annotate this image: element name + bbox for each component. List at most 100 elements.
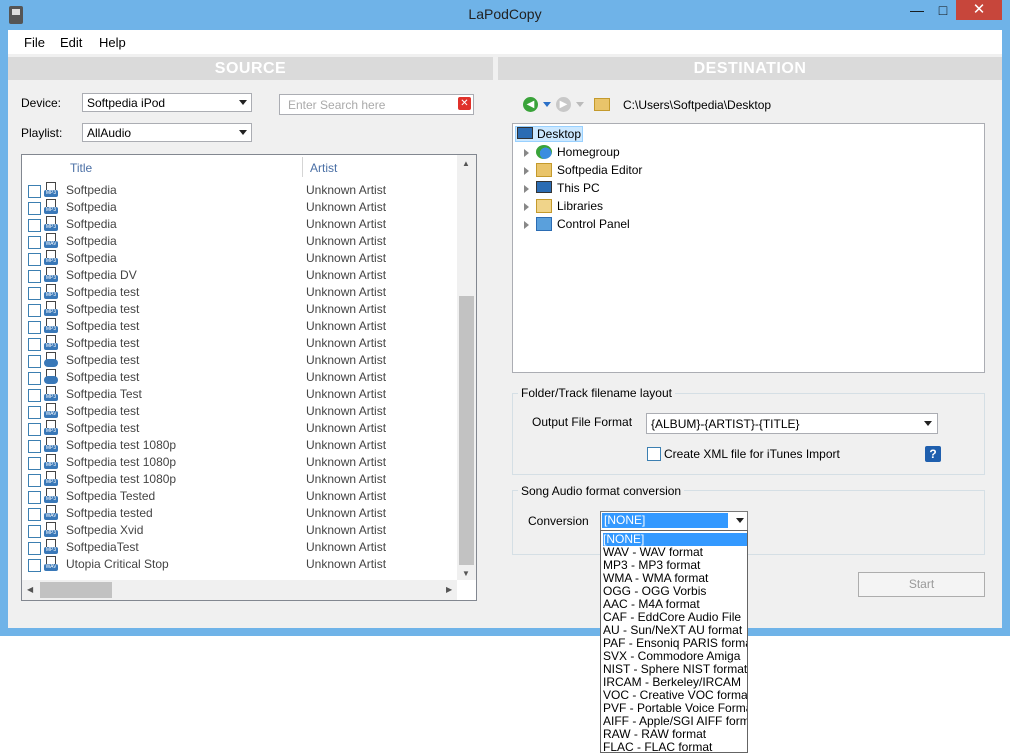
table-row[interactable]: MP3 Softpedia Xvid Unknown Artist <box>22 522 456 539</box>
table-row[interactable]: MP3 Softpedia test 1080p Unknown Artist <box>22 454 456 471</box>
horizontal-scroll-thumb[interactable] <box>40 582 112 598</box>
expand-arrow-icon[interactable] <box>524 203 529 211</box>
row-checkbox[interactable] <box>28 185 41 198</box>
row-checkbox[interactable] <box>28 474 41 487</box>
expand-arrow-icon[interactable] <box>524 149 529 157</box>
row-checkbox[interactable] <box>28 253 41 266</box>
table-row[interactable]: MP3 Softpedia test Unknown Artist <box>22 284 456 301</box>
back-history-chevron-icon[interactable] <box>543 102 551 107</box>
tree-node-this-pc[interactable]: This PC <box>557 181 600 195</box>
menu-file[interactable]: File <box>24 35 45 50</box>
table-row[interactable]: MP3 Softpedia Unknown Artist <box>22 250 456 267</box>
column-divider[interactable] <box>302 157 303 177</box>
playlist-select[interactable]: AllAudio <box>82 123 252 142</box>
table-row[interactable]: MP3 Softpedia test 1080p Unknown Artist <box>22 437 456 454</box>
table-row[interactable]: MP3 Softpedia test Unknown Artist <box>22 301 456 318</box>
dropdown-option[interactable]: AAC - M4A format <box>603 598 747 611</box>
row-checkbox[interactable] <box>28 457 41 470</box>
dropdown-option[interactable]: SVX - Commodore Amiga <box>603 650 747 663</box>
row-checkbox[interactable] <box>28 423 41 436</box>
table-row[interactable]: MP3 Softpedia test Unknown Artist <box>22 335 456 352</box>
scroll-down-icon[interactable]: ▼ <box>462 569 470 578</box>
row-checkbox[interactable] <box>28 355 41 368</box>
table-row[interactable]: MP3 Softpedia Unknown Artist <box>22 182 456 199</box>
scroll-up-icon[interactable]: ▲ <box>462 159 470 168</box>
table-row[interactable]: MP3 Softpedia Unknown Artist <box>22 199 456 216</box>
forward-history-chevron-icon[interactable] <box>576 102 584 107</box>
start-button[interactable]: Start <box>858 572 985 597</box>
vertical-scroll-thumb[interactable] <box>459 296 474 565</box>
column-header-title[interactable]: Title <box>70 161 92 175</box>
dropdown-option[interactable]: PAF - Ensoniq PARIS format <box>603 637 747 650</box>
row-checkbox[interactable] <box>28 304 41 317</box>
table-row[interactable]: WAV Softpedia Unknown Artist <box>22 233 456 250</box>
row-checkbox[interactable] <box>28 508 41 521</box>
tree-node-control-panel[interactable]: Control Panel <box>557 217 630 231</box>
minimize-button[interactable]: — <box>904 0 930 20</box>
row-checkbox[interactable] <box>28 491 41 504</box>
row-checkbox[interactable] <box>28 270 41 283</box>
row-checkbox[interactable] <box>28 525 41 538</box>
clear-search-icon[interactable]: ✕ <box>458 97 471 110</box>
dropdown-option[interactable]: WAV - WAV format <box>603 546 747 559</box>
device-select[interactable]: Softpedia iPod <box>82 93 252 112</box>
table-row[interactable]: MP3 Softpedia test 1080p Unknown Artist <box>22 471 456 488</box>
new-folder-icon[interactable] <box>594 98 610 111</box>
tree-node-homegroup[interactable]: Homegroup <box>557 145 620 159</box>
column-header-artist[interactable]: Artist <box>310 161 337 175</box>
dropdown-option[interactable]: FLAC - FLAC format <box>603 741 747 752</box>
folder-tree[interactable] <box>512 123 985 373</box>
conversion-dropdown-list[interactable]: [NONE] WAV - WAV format MP3 - MP3 format WM… <box>600 530 748 753</box>
output-format-select[interactable]: {ALBUM}-{ARTIST}-{TITLE} <box>646 413 938 434</box>
row-checkbox[interactable] <box>28 559 41 572</box>
row-checkbox[interactable] <box>28 338 41 351</box>
scroll-right-icon[interactable]: ▶ <box>446 585 452 594</box>
row-checkbox[interactable] <box>28 236 41 249</box>
table-row[interactable]: MP3 Softpedia test Unknown Artist <box>22 420 456 437</box>
table-row[interactable]: MP3 Softpedia test Unknown Artist <box>22 318 456 335</box>
menu-edit[interactable]: Edit <box>60 35 82 50</box>
row-checkbox[interactable] <box>28 406 41 419</box>
dropdown-option[interactable]: IRCAM - Berkeley/IRCAM <box>603 676 747 689</box>
table-row[interactable]: MP3 Softpedia Test Unknown Artist <box>22 386 456 403</box>
row-checkbox[interactable] <box>28 287 41 300</box>
row-checkbox[interactable] <box>28 372 41 385</box>
dropdown-option[interactable]: OGG - OGG Vorbis <box>603 585 747 598</box>
table-row[interactable]: WAV Utopia Critical Stop Unknown Artist <box>22 556 456 573</box>
dropdown-option[interactable]: PVF - Portable Voice Format <box>603 702 747 715</box>
table-row[interactable]: WAV Softpedia tested Unknown Artist <box>22 505 456 522</box>
table-row[interactable]: MP3 Softpedia Unknown Artist <box>22 216 456 233</box>
dropdown-option[interactable]: MP3 - MP3 format <box>603 559 747 572</box>
dropdown-option[interactable]: NIST - Sphere NIST format <box>603 663 747 676</box>
tree-node-libraries[interactable]: Libraries <box>557 199 603 213</box>
maximize-button[interactable]: □ <box>930 0 956 20</box>
itunes-xml-checkbox[interactable] <box>647 447 661 461</box>
dropdown-option[interactable]: AU - Sun/NeXT AU format <box>603 624 747 637</box>
tree-node-desktop[interactable]: Desktop <box>537 127 581 141</box>
row-checkbox[interactable] <box>28 321 41 334</box>
title-bar[interactable]: LaPodCopy — □ ✕ <box>0 0 1010 30</box>
row-checkbox[interactable] <box>28 219 41 232</box>
forward-arrow-icon[interactable]: ▶ <box>556 97 571 112</box>
dropdown-option[interactable]: WMA - WMA format <box>603 572 747 585</box>
chevron-down-icon[interactable] <box>736 518 744 523</box>
table-row[interactable]: Softpedia test Unknown Artist <box>22 352 456 369</box>
help-icon[interactable]: ? <box>925 446 941 462</box>
table-row[interactable]: Softpedia test Unknown Artist <box>22 369 456 386</box>
back-arrow-icon[interactable]: ◀ <box>523 97 538 112</box>
close-button[interactable]: ✕ <box>956 0 1002 20</box>
dropdown-option[interactable]: AIFF - Apple/SGI AIFF format <box>603 715 747 728</box>
dropdown-option[interactable]: RAW - RAW format <box>603 728 747 741</box>
row-checkbox[interactable] <box>28 440 41 453</box>
expand-arrow-icon[interactable] <box>524 185 529 193</box>
scroll-left-icon[interactable]: ◀ <box>27 585 33 594</box>
row-checkbox[interactable] <box>28 542 41 555</box>
expand-arrow-icon[interactable] <box>524 167 529 175</box>
expand-arrow-icon[interactable] <box>524 221 529 229</box>
table-row[interactable]: MP3 Softpedia DV Unknown Artist <box>22 267 456 284</box>
menu-help[interactable]: Help <box>99 35 126 50</box>
table-row[interactable]: MP3 Softpedia Tested Unknown Artist <box>22 488 456 505</box>
row-checkbox[interactable] <box>28 389 41 402</box>
dropdown-option[interactable]: VOC - Creative VOC format <box>603 689 747 702</box>
row-checkbox[interactable] <box>28 202 41 215</box>
